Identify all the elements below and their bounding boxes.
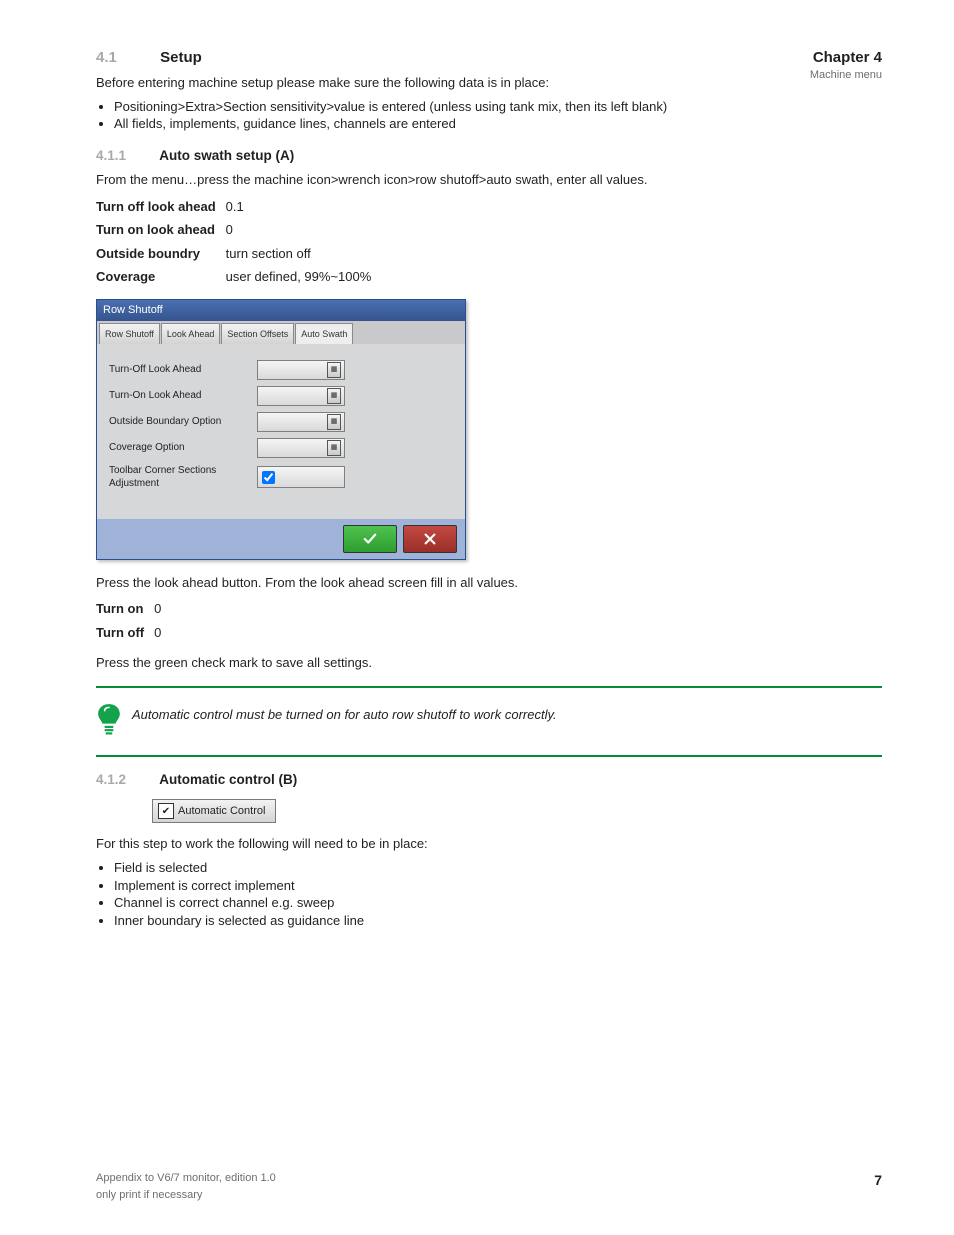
ok-button[interactable]	[343, 525, 397, 553]
auto-control-intro: For this step to work the following will…	[96, 835, 882, 853]
close-icon	[423, 532, 437, 546]
checkbox-icon: ✔	[158, 803, 174, 819]
check-icon	[363, 532, 377, 546]
page-number: 7	[874, 1171, 882, 1203]
tab-look-ahead[interactable]: Look Ahead	[161, 323, 221, 344]
auto-control-bullet: Implement is correct implement	[114, 877, 882, 895]
doc-id: Appendix to V6/7 monitor, edition 1.0	[96, 1171, 276, 1186]
save-instruction: Press the green check mark to save all s…	[96, 654, 882, 672]
auto-swath-values-table: Turn off look ahead0.1 Turn on look ahea…	[96, 195, 381, 289]
field-label: Toolbar Corner Sections Adjustment	[109, 464, 257, 491]
subsection-number: 4.1.1	[96, 147, 156, 165]
row-shutoff-dialog: Row Shutoff Row Shutoff Look Ahead Secti…	[96, 299, 466, 560]
section-heading: 4.1 Setup	[96, 48, 882, 68]
print-note: only print if necessary	[96, 1188, 276, 1203]
divider	[96, 755, 882, 757]
section-title: Setup	[160, 49, 202, 66]
look-ahead-values-table: Turn on0 Turn off0	[96, 597, 171, 644]
tab-section-offsets[interactable]: Section Offsets	[221, 323, 294, 344]
dialog-tabs: Row Shutoff Look Ahead Section Offsets A…	[97, 321, 465, 344]
toolbar-corner-adjust-checkbox[interactable]	[257, 466, 345, 488]
coverage-option-input[interactable]: ▦	[257, 438, 345, 458]
lightbulb-icon	[96, 702, 122, 741]
setup-bullet: Positioning>Extra>Section sensitivity>va…	[114, 98, 882, 116]
subsection-title: Auto swath setup (A)	[159, 148, 294, 163]
subsection-heading: 4.1.1 Auto swath setup (A)	[96, 147, 882, 165]
keypad-icon[interactable]: ▦	[327, 414, 341, 430]
automatic-control-label: Automatic Control	[178, 805, 265, 817]
subsection-title: Automatic control (B)	[159, 772, 297, 787]
field-label: Turn-Off Look Ahead	[109, 363, 257, 377]
keypad-icon[interactable]: ▦	[327, 388, 341, 404]
auto-swath-intro: From the menu…press the machine icon>wre…	[96, 171, 882, 189]
tip-text: Automatic control must be turned on for …	[132, 706, 557, 724]
setup-intro: Before entering machine setup please mak…	[96, 74, 882, 92]
turn-on-look-ahead-input[interactable]: ▦	[257, 386, 345, 406]
field-label: Coverage Option	[109, 441, 257, 455]
field-label: Turn-On Look Ahead	[109, 389, 257, 403]
auto-control-bullet: Field is selected	[114, 859, 882, 877]
divider	[96, 686, 882, 688]
subsection-heading: 4.1.2 Automatic control (B)	[96, 771, 882, 789]
dialog-title: Row Shutoff	[97, 300, 465, 321]
tab-auto-swath[interactable]: Auto Swath	[295, 323, 353, 344]
look-ahead-instruction: Press the look ahead button. From the lo…	[96, 574, 882, 592]
field-label: Outside Boundary Option	[109, 415, 257, 429]
cancel-button[interactable]	[403, 525, 457, 553]
tip-callout: Automatic control must be turned on for …	[96, 702, 882, 741]
outside-boundary-input[interactable]: ▦	[257, 412, 345, 432]
auto-control-bullet: Inner boundary is selected as guidance l…	[114, 912, 882, 930]
keypad-icon[interactable]: ▦	[327, 362, 341, 378]
subsection-number: 4.1.2	[96, 771, 156, 789]
setup-bullet: All fields, implements, guidance lines, …	[114, 115, 882, 133]
turn-off-look-ahead-input[interactable]: ▦	[257, 360, 345, 380]
keypad-icon[interactable]: ▦	[327, 440, 341, 456]
chapter-title: Chapter 4	[810, 48, 882, 68]
tab-row-shutoff[interactable]: Row Shutoff	[99, 323, 160, 344]
page-footer: Appendix to V6/7 monitor, edition 1.0 on…	[96, 1171, 882, 1203]
section-number: 4.1	[96, 48, 156, 68]
chapter-header: Chapter 4 Machine menu	[810, 48, 882, 83]
automatic-control-button[interactable]: ✔ Automatic Control	[152, 799, 276, 823]
chapter-subtitle: Machine menu	[810, 68, 882, 83]
auto-control-bullet: Channel is correct channel e.g. sweep	[114, 894, 882, 912]
